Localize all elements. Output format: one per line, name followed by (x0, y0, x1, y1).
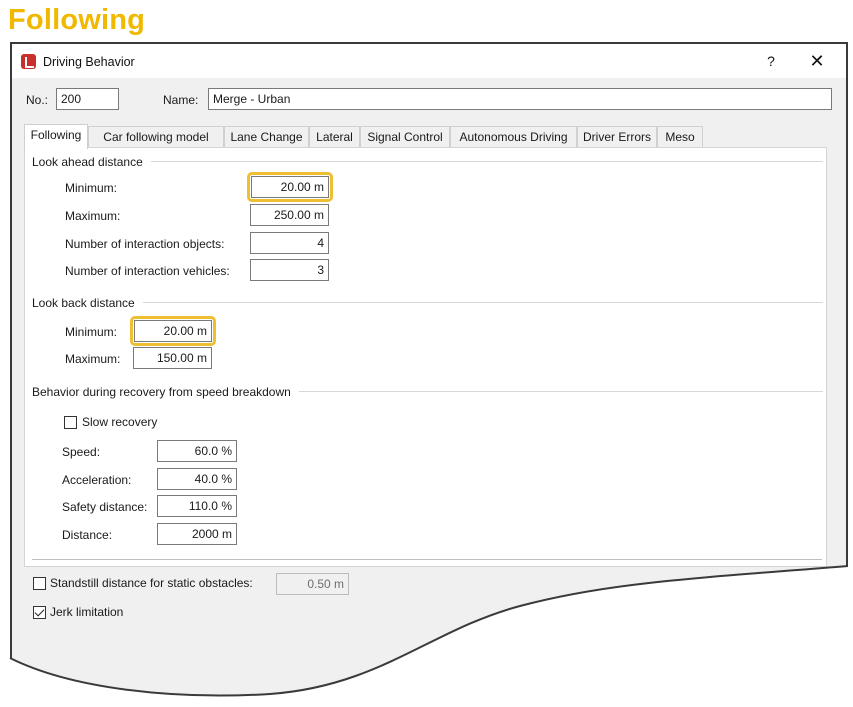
slow-recovery-label: Slow recovery (82, 415, 158, 429)
help-button[interactable]: ? (760, 51, 782, 71)
app-icon (21, 54, 36, 69)
tab-following[interactable]: Following (24, 124, 88, 149)
tab-driver-errors[interactable]: Driver Errors (577, 126, 657, 148)
look-ahead-min-label: Minimum: (65, 181, 118, 195)
slow-recovery-checkbox[interactable] (64, 416, 77, 429)
look-back-max-field[interactable]: 150.00 m (133, 347, 212, 369)
standstill-checkbox[interactable] (33, 577, 46, 590)
standstill-label: Standstill distance for static obstacles… (50, 576, 253, 590)
safety-distance-label: Safety distance: (62, 500, 148, 514)
look-back-min-label: Minimum: (65, 325, 118, 339)
name-field[interactable]: Merge - Urban (208, 88, 832, 110)
look-back-title: Look back distance (32, 296, 143, 310)
look-back-max-label: Maximum: (65, 352, 121, 366)
look-back-divider (32, 302, 823, 303)
no-label: No.: (26, 93, 49, 107)
tab-lateral[interactable]: Lateral (309, 126, 360, 148)
tab-signal-control[interactable]: Signal Control (360, 126, 450, 148)
speed-field[interactable]: 60.0 % (157, 440, 237, 462)
jerk-limitation-checkbox[interactable] (33, 606, 46, 619)
speed-label: Speed: (62, 445, 101, 459)
look-ahead-max-label: Maximum: (65, 209, 121, 223)
distance-label: Distance: (62, 528, 113, 542)
driving-behavior-dialog: Driving Behavior ? ✕ No.: 200 Name: Merg… (10, 42, 848, 707)
safety-distance-field[interactable]: 110.0 % (157, 495, 237, 517)
recovery-title: Behavior during recovery from speed brea… (32, 385, 299, 399)
standstill-field[interactable]: 0.50 m (276, 573, 349, 595)
window-title: Driving Behavior (43, 55, 135, 69)
look-ahead-min-field[interactable]: 20.00 m (251, 176, 329, 198)
look-ahead-max-field[interactable]: 250.00 m (250, 204, 329, 226)
interaction-vehicles-field[interactable]: 3 (250, 259, 329, 281)
look-back-min-field[interactable]: 20.00 m (134, 320, 212, 342)
title-bar: Driving Behavior ? ✕ (12, 44, 846, 78)
interaction-vehicles-label: Number of interaction vehicles: (65, 264, 230, 278)
interaction-objects-label: Number of interaction objects: (65, 237, 225, 251)
tab-lane-change[interactable]: Lane Change (224, 126, 309, 148)
name-label: Name: (163, 93, 199, 107)
page-heading: Following (8, 4, 146, 36)
tab-meso[interactable]: Meso (657, 126, 703, 148)
look-ahead-title: Look ahead distance (32, 155, 151, 169)
acceleration-field[interactable]: 40.0 % (157, 468, 237, 490)
interaction-objects-field[interactable]: 4 (250, 232, 329, 254)
close-icon[interactable]: ✕ (806, 51, 828, 71)
tab-car-following-model[interactable]: Car following model (88, 126, 224, 148)
panel-separator (32, 559, 822, 560)
jerk-limitation-label: Jerk limitation (50, 605, 124, 619)
distance-field[interactable]: 2000 m (157, 523, 237, 545)
no-field[interactable]: 200 (56, 88, 119, 110)
tab-autonomous-driving[interactable]: Autonomous Driving (450, 126, 577, 148)
acceleration-label: Acceleration: (62, 473, 132, 487)
